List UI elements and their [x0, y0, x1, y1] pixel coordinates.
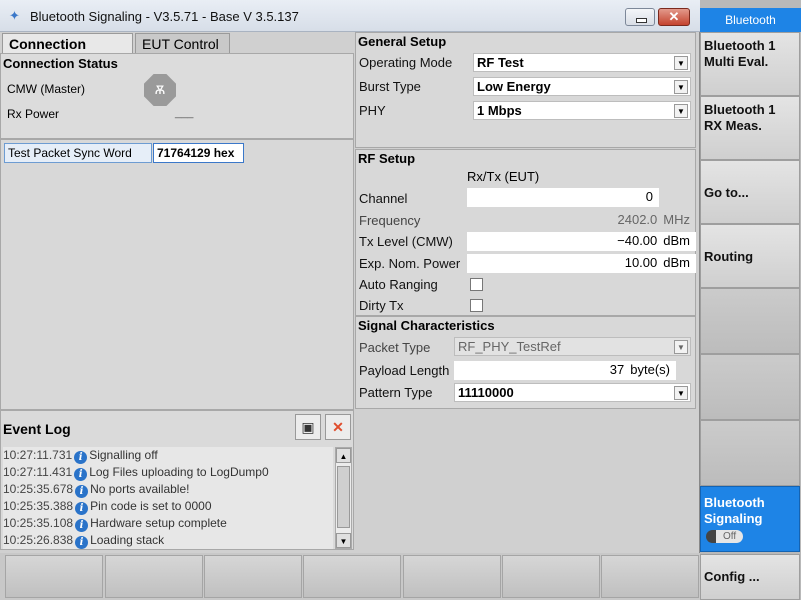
empty-area	[355, 410, 696, 550]
tab-bar: Connection Status EUT Control	[0, 32, 354, 68]
sync-word-field[interactable]: 71764129 hex	[153, 143, 244, 163]
burst-type-label: Burst Type	[359, 79, 421, 94]
sidebar-item-rx-meas[interactable]: Bluetooth 1 RX Meas.	[700, 96, 800, 160]
info-icon: i	[74, 451, 88, 464]
event-log-minimize-button[interactable]: ▣	[295, 414, 321, 440]
frequency-label: Frequency	[359, 213, 421, 228]
connection-status-panel: Connection Status CMW (Master) ѫ Rx Powe…	[0, 53, 354, 139]
bottom-softkey-2[interactable]	[105, 555, 203, 598]
sync-word-label: Test Packet Sync Word	[4, 143, 152, 163]
payload-length-label: Payload Length	[359, 363, 450, 378]
chevron-down-icon[interactable]: ▼	[674, 80, 688, 94]
sidebar-item-go-to[interactable]: Go to...	[700, 160, 800, 224]
event-log-list: 10:27:11.731 i Signalling off 10:27:11.431…	[3, 447, 333, 549]
signaling-state-badge: Off	[706, 530, 744, 543]
tab-connection-status[interactable]: Connection Status	[2, 33, 133, 68]
title-bar: ✦ Bluetooth Signaling - V3.5.71 - Base V…	[0, 0, 700, 32]
info-icon: i	[75, 536, 89, 549]
signaling-label: Bluetooth Signaling	[704, 495, 765, 526]
general-setup-panel: General Setup Operating Mode RF Test ▼ Bu…	[355, 32, 696, 148]
channel-label: Channel	[359, 191, 408, 206]
rx-power-label: Rx Power	[7, 107, 60, 121]
bottom-softkey-6[interactable]	[502, 555, 600, 598]
chevron-down-icon[interactable]: ▼	[674, 386, 688, 400]
list-item: 10:25:35.388 i Pin code is set to 0000	[3, 499, 212, 515]
scroll-thumb[interactable]	[337, 466, 350, 528]
sidebar-item-multi-eval[interactable]: Bluetooth 1 Multi Eval.	[700, 32, 800, 96]
pattern-type-label: Pattern Type	[359, 385, 433, 400]
auto-ranging-checkbox[interactable]	[470, 278, 483, 291]
connection-status-title: Connection Status	[3, 56, 118, 71]
bottom-softkey-7[interactable]	[601, 555, 699, 598]
info-icon: i	[75, 502, 89, 515]
tab-eut-control[interactable]: EUT Control	[135, 33, 230, 54]
rf-setup-panel: RF Setup Rx/Tx (EUT) Channel 0 Frequency…	[355, 149, 696, 316]
sidebar-item-config[interactable]: Config ...	[700, 554, 800, 600]
info-icon: i	[75, 519, 89, 532]
antenna-tower-icon: ѫ	[144, 74, 176, 106]
rx-power-value: ___	[175, 107, 194, 119]
sidebar-empty-key-2[interactable]	[700, 354, 800, 420]
dirty-tx-checkbox[interactable]	[470, 299, 483, 312]
event-log-close-button[interactable]: ✕	[325, 414, 351, 440]
operating-mode-select[interactable]: RF Test ▼	[473, 53, 691, 72]
scroll-up-icon[interactable]: ▲	[336, 448, 351, 463]
info-icon: i	[74, 468, 88, 481]
pattern-type-select[interactable]: 11110000 ▼	[454, 383, 691, 402]
chevron-down-icon: ▼	[674, 340, 688, 354]
packet-type-select: RF_PHY_TestRef ▼	[454, 337, 691, 356]
event-log-panel: Event Log ▣ ✕ 10:27:11.731 i Signalling of…	[0, 410, 354, 550]
sidebar-header: Bluetooth	[700, 8, 801, 32]
tx-level-field[interactable]: −40.00 dBm	[467, 232, 696, 251]
minimize-button[interactable]	[625, 8, 655, 26]
exp-nom-power-label: Exp. Nom. Power	[359, 256, 461, 271]
tx-level-label: Tx Level (CMW)	[359, 234, 453, 249]
chevron-down-icon[interactable]: ▼	[674, 104, 688, 118]
channel-field[interactable]: 0	[467, 188, 659, 207]
phy-label: PHY	[359, 103, 386, 118]
rf-setup-title: RF Setup	[358, 151, 416, 166]
bottom-softkey-4[interactable]	[303, 555, 401, 598]
bottom-softkey-1[interactable]	[5, 555, 103, 598]
frequency-value: 2402.0 MHz	[617, 212, 690, 227]
sidebar-empty-key-1[interactable]	[700, 288, 800, 354]
list-item: 10:27:11.731 i Signalling off	[3, 448, 158, 464]
dirty-tx-label: Dirty Tx	[359, 298, 404, 313]
chevron-down-icon[interactable]: ▼	[674, 56, 688, 70]
exp-nom-power-field[interactable]: 10.00 dBm	[467, 254, 696, 273]
bottom-softkey-5[interactable]	[403, 555, 501, 598]
auto-ranging-label: Auto Ranging	[359, 277, 438, 292]
list-item: 10:25:35.108 i Hardware setup complete	[3, 516, 227, 532]
burst-type-select[interactable]: Low Energy ▼	[473, 77, 691, 96]
packet-type-label: Packet Type	[359, 340, 431, 355]
event-log-scrollbar[interactable]: ▲ ▼	[335, 447, 352, 549]
bluetooth-app-icon: ✦	[9, 8, 20, 23]
rx-tx-column-header: Rx/Tx (EUT)	[467, 169, 540, 184]
list-item: 10:25:35.678 i No ports available!	[3, 482, 190, 498]
sidebar-item-routing[interactable]: Routing	[700, 224, 800, 288]
cmw-master-label: CMW (Master)	[7, 82, 85, 96]
close-button[interactable]: ✕	[658, 8, 690, 26]
bottom-softkey-bar	[0, 553, 700, 600]
operating-mode-label: Operating Mode	[359, 55, 453, 70]
sync-word-panel: Test Packet Sync Word 71764129 hex	[0, 139, 354, 410]
signal-characteristics-title: Signal Characteristics	[358, 318, 495, 333]
list-item: 10:25:26.838 i Loading stack	[3, 533, 165, 549]
phy-select[interactable]: 1 Mbps ▼	[473, 101, 691, 120]
sidebar-empty-key-3[interactable]	[700, 420, 800, 486]
event-log-title: Event Log	[3, 421, 71, 437]
info-icon: i	[75, 485, 89, 498]
payload-length-field[interactable]: 37 byte(s)	[454, 361, 676, 380]
scroll-down-icon[interactable]: ▼	[336, 533, 351, 548]
window-title: Bluetooth Signaling - V3.5.71 - Base V 3…	[30, 9, 299, 24]
list-item: 10:27:11.431 i Log Files uploading to LogD…	[3, 465, 269, 481]
right-sidebar: Bluetooth Bluetooth 1 Multi Eval. Blueto…	[700, 0, 801, 600]
sidebar-item-bluetooth-signaling[interactable]: Bluetooth Signaling Off	[700, 486, 800, 552]
signal-characteristics-panel: Signal Characteristics Packet Type RF_PH…	[355, 316, 696, 409]
main-window: ✦ Bluetooth Signaling - V3.5.71 - Base V…	[0, 0, 700, 553]
general-setup-title: General Setup	[358, 34, 447, 49]
bottom-softkey-3[interactable]	[204, 555, 302, 598]
